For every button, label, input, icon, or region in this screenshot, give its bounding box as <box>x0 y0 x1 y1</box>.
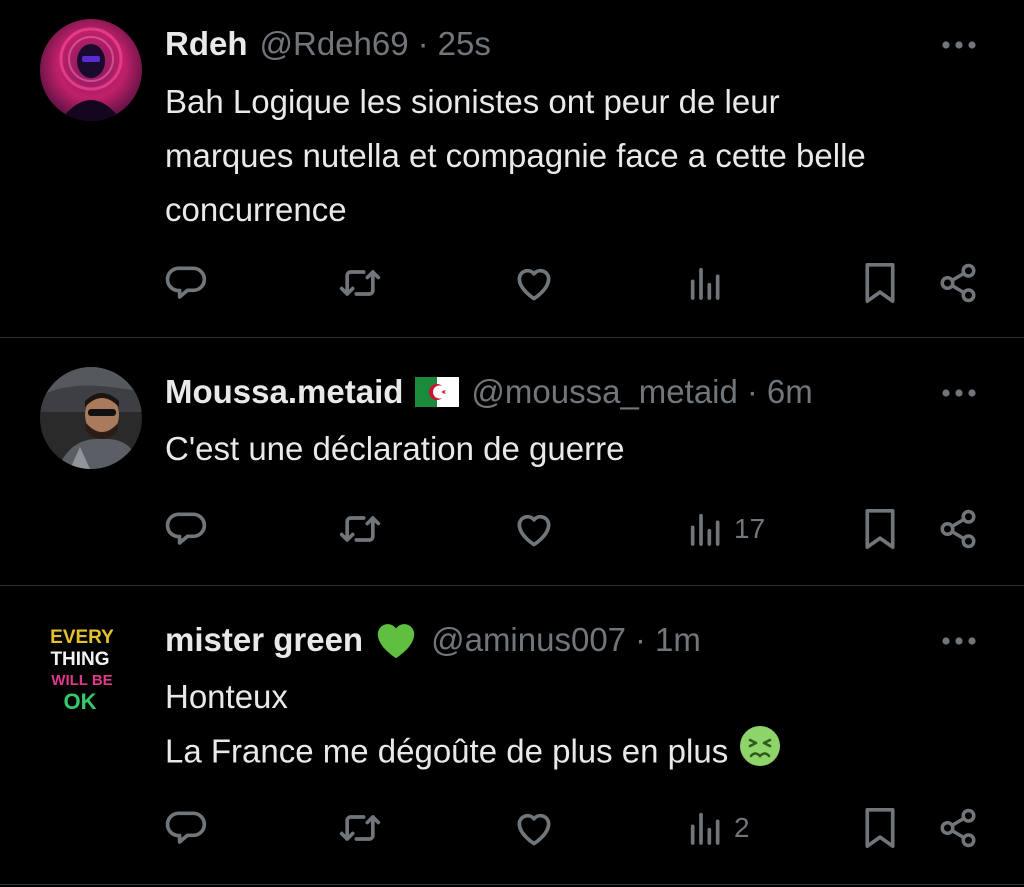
tweet-text-line: concurrence <box>165 191 347 228</box>
tweet-header: Moussa.metaid @moussa_metaid · 6m <box>165 370 813 414</box>
avatar-text: OK <box>64 689 97 714</box>
author-handle[interactable]: @Rdeh69 <box>260 25 409 63</box>
more-options-button[interactable] <box>936 621 982 661</box>
tweet-text-line-content: La France me dégoûte de plus en plus <box>165 732 729 770</box>
tweet-text-line: marques nutella et compagnie face a cett… <box>165 137 866 174</box>
reply-feed: Rdeh @Rdeh69 · 25s Bah Logique les sioni… <box>0 0 1024 887</box>
views-chart-icon <box>690 513 720 546</box>
heart-icon <box>517 514 551 547</box>
tweet-header: Rdeh @Rdeh69 · 25s <box>165 22 491 66</box>
share-icon <box>940 263 976 303</box>
tweet[interactable]: Rdeh @Rdeh69 · 25s Bah Logique les sioni… <box>0 0 1024 338</box>
avatar-text: WILL BE <box>51 672 112 689</box>
bookmark-icon <box>865 509 895 550</box>
reply-icon <box>165 811 207 844</box>
author-handle[interactable]: @moussa_metaid <box>471 373 737 411</box>
avatar-image <box>40 367 142 469</box>
separator: · <box>635 621 647 658</box>
bookmark-button[interactable] <box>860 259 900 307</box>
nauseated-face-icon <box>738 724 782 784</box>
action-bar: 2 <box>0 804 1024 852</box>
avatar[interactable] <box>40 367 142 469</box>
more-dots-icon <box>942 389 976 397</box>
tweet-text-line: C'est une déclaration de guerre <box>165 430 625 467</box>
like-button[interactable] <box>512 804 556 852</box>
action-bar <box>0 259 1024 307</box>
repost-icon <box>339 270 381 296</box>
share-button[interactable] <box>937 259 979 307</box>
timestamp[interactable]: 6m <box>767 373 813 411</box>
views-chart-icon <box>690 812 720 845</box>
tweet-text: Honteux La France me dégoûte de plus en … <box>165 670 1005 784</box>
repost-button[interactable] <box>338 259 382 307</box>
avatar-image: EVERY THING WILL BE OK <box>40 615 142 717</box>
tweet[interactable]: EVERY THING WILL BE OK mister green @ami… <box>0 586 1024 885</box>
author-name[interactable]: Rdeh <box>165 25 248 63</box>
share-button[interactable] <box>937 804 979 852</box>
tweet-text-line: Bah Logique les sionistes ont peur de le… <box>165 83 780 120</box>
like-button[interactable] <box>512 259 556 307</box>
more-options-button[interactable] <box>936 25 982 65</box>
bookmark-icon <box>865 807 895 848</box>
bookmark-button[interactable] <box>860 505 900 553</box>
timestamp[interactable]: 25s <box>438 25 491 63</box>
more-dots-icon <box>942 637 976 645</box>
timestamp[interactable]: 1m <box>655 621 701 659</box>
avatar[interactable]: EVERY THING WILL BE OK <box>40 615 142 717</box>
separator: · <box>746 373 758 410</box>
share-button[interactable] <box>937 505 979 553</box>
heart-icon <box>517 268 551 301</box>
more-options-button[interactable] <box>936 373 982 413</box>
tweet-header: mister green @aminus007 · 1m <box>165 618 701 662</box>
more-dots-icon <box>942 41 976 49</box>
bookmark-icon <box>865 263 895 303</box>
author-handle[interactable]: @aminus007 <box>431 621 626 659</box>
green-heart-icon <box>373 620 419 660</box>
algeria-flag-icon <box>415 377 460 407</box>
reply-button[interactable] <box>164 259 208 307</box>
heart-icon <box>517 813 551 846</box>
like-button[interactable] <box>512 505 556 553</box>
separator: · <box>417 25 429 62</box>
reply-icon <box>165 266 207 299</box>
reply-icon <box>165 512 207 545</box>
views-button[interactable]: 2 <box>686 804 750 852</box>
action-bar: 17 <box>0 505 1024 553</box>
author-name[interactable]: mister green <box>165 621 363 659</box>
avatar-image <box>40 19 142 121</box>
views-chart-icon <box>690 267 720 300</box>
views-button[interactable]: 17 <box>686 505 765 553</box>
reply-button[interactable] <box>164 505 208 553</box>
tweet-text: Bah Logique les sionistes ont peur de le… <box>165 75 1005 237</box>
share-icon <box>940 509 976 549</box>
repost-icon <box>339 815 381 841</box>
share-icon <box>940 808 976 848</box>
repost-button[interactable] <box>338 804 382 852</box>
avatar[interactable] <box>40 19 142 121</box>
tweet-text: C'est une déclaration de guerre <box>165 422 1005 476</box>
views-count: 17 <box>734 513 766 544</box>
tweet-text-line: Honteux <box>165 678 288 715</box>
tweet-text-line: La France me dégoûte de plus en plus <box>165 724 1005 784</box>
repost-button[interactable] <box>338 505 382 553</box>
views-button[interactable] <box>686 259 734 307</box>
avatar-text: EVERY <box>50 627 114 648</box>
views-count: 2 <box>734 812 750 843</box>
bookmark-button[interactable] <box>860 804 900 852</box>
avatar-text: THING <box>50 649 109 670</box>
author-name[interactable]: Moussa.metaid <box>165 373 403 411</box>
repost-icon <box>339 516 381 542</box>
tweet[interactable]: Moussa.metaid @moussa_metaid · 6m C'est … <box>0 338 1024 586</box>
reply-button[interactable] <box>164 804 208 852</box>
